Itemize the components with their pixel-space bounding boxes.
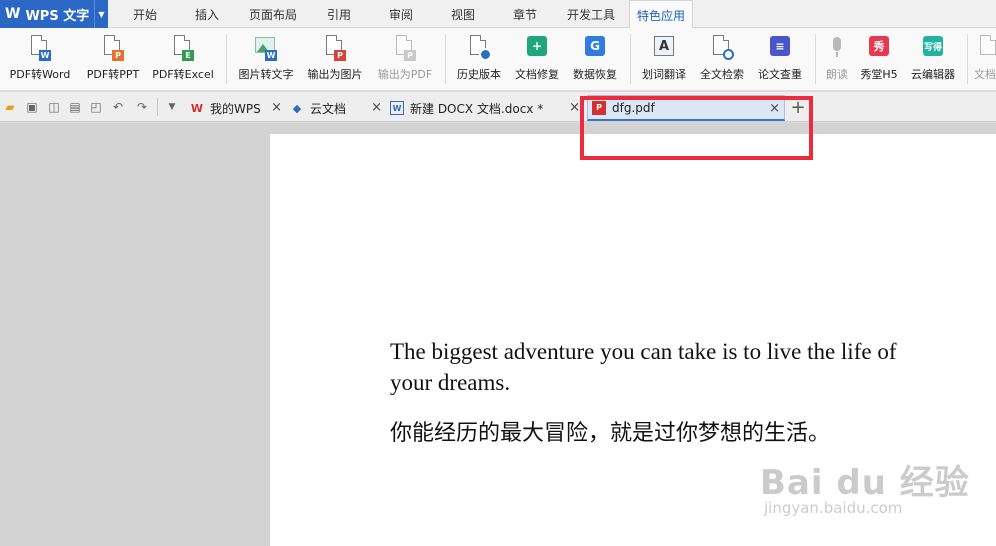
- export-pdf-button[interactable]: P 输出为PDF: [372, 33, 438, 87]
- pdf-to-ppt-button[interactable]: P PDF转PPT: [80, 33, 146, 87]
- highlight-box: [580, 96, 813, 160]
- word-translate-icon: A: [651, 35, 677, 61]
- pdf-to-excel-button[interactable]: E PDF转Excel: [148, 33, 218, 87]
- image-to-text-button[interactable]: W 图片转文字: [234, 33, 298, 87]
- quick-access-dropdown-icon[interactable]: ▼: [164, 99, 180, 115]
- ribbon-separator: [815, 34, 816, 84]
- history-version-button[interactable]: 历史版本: [452, 33, 506, 87]
- data-recovery-button[interactable]: G 数据恢复: [568, 33, 622, 87]
- fulltext-search-button[interactable]: 全文检索: [695, 33, 749, 87]
- read-aloud-button[interactable]: 朗读: [821, 33, 853, 87]
- docx-file-icon: W: [390, 101, 404, 115]
- doc-repair-icon: +: [524, 35, 550, 61]
- save-icon[interactable]: ▣: [24, 99, 40, 115]
- open-folder-icon[interactable]: ▰: [2, 99, 18, 115]
- word-translate-button[interactable]: A 划词翻译: [637, 33, 691, 87]
- xiutang-h5-icon: 秀: [866, 35, 892, 61]
- document-english-text: The biggest adventure you can take is to…: [390, 339, 897, 395]
- paper-check-button[interactable]: ≡ 论文查重: [753, 33, 807, 87]
- read-aloud-icon: [824, 35, 850, 61]
- ribbon-toolbar: W PDF转Word P PDF转PPT E PDF转Excel W 图片转文字…: [0, 28, 996, 91]
- fulltext-search-icon: [709, 35, 735, 61]
- print-preview-icon[interactable]: ◰: [88, 99, 104, 115]
- tab-my-wps[interactable]: W 我的WPS ×: [186, 95, 286, 121]
- tab-start[interactable]: 开始: [120, 0, 170, 28]
- undo-icon[interactable]: ↶: [110, 99, 126, 115]
- ribbon-separator: [226, 34, 227, 84]
- tab-insert[interactable]: 插入: [182, 0, 232, 28]
- tab-cloud-docs[interactable]: ◆ 云文档 ×: [286, 95, 386, 121]
- print-icon[interactable]: ▤: [67, 99, 83, 115]
- doc-more-button[interactable]: 文档: [974, 33, 996, 87]
- pdf-to-excel-icon: E: [170, 35, 196, 61]
- wps-logo-icon: W: [5, 6, 21, 22]
- history-version-icon: [466, 35, 492, 61]
- tab-view[interactable]: 视图: [438, 0, 488, 28]
- tab-special-apps[interactable]: 特色应用: [629, 0, 693, 29]
- app-menu-dropdown-icon[interactable]: ▼: [94, 0, 108, 28]
- close-tab-icon[interactable]: ×: [271, 100, 282, 115]
- tab-developer[interactable]: 开发工具: [560, 0, 622, 28]
- pdf-to-word-button[interactable]: W PDF转Word: [4, 33, 76, 87]
- pdf-to-word-icon: W: [27, 35, 53, 61]
- document-chinese-text: 你能经历的最大冒险，就是过你梦想的生活。: [390, 421, 831, 446]
- menu-bar: W WPS 文字 ▼ 开始 插入 页面布局 引用 审阅 视图 章节 开发工具 特…: [0, 0, 996, 29]
- doc-repair-button[interactable]: + 文档修复: [510, 33, 564, 87]
- tab-chapter[interactable]: 章节: [500, 0, 550, 28]
- tab-references[interactable]: 引用: [314, 0, 364, 28]
- cloud-editor-button[interactable]: 写得 云编辑器: [905, 33, 961, 87]
- close-tab-icon[interactable]: ×: [371, 100, 382, 115]
- close-tab-icon[interactable]: ×: [569, 100, 580, 115]
- toolbar-separator: [157, 98, 158, 116]
- cloud-doc-icon: ◆: [292, 101, 302, 115]
- tab-new-docx[interactable]: W 新建 DOCX 文档.docx * ×: [386, 95, 584, 121]
- ribbon-separator: [967, 34, 968, 84]
- redo-icon[interactable]: ↷: [134, 99, 150, 115]
- paper-check-icon: ≡: [767, 35, 793, 61]
- tab-page-layout[interactable]: 页面布局: [240, 0, 306, 28]
- export-image-button[interactable]: P 输出为图片: [303, 33, 367, 87]
- doc-more-icon: [974, 35, 996, 61]
- app-title: WPS 文字: [25, 8, 90, 24]
- document-tab-bar: ▰ ▣ ◫ ▤ ◰ ↶ ↷ ▼ W 我的WPS × ◆ 云文档 × W 新建 D…: [0, 92, 996, 122]
- pdf-to-ppt-icon: P: [100, 35, 126, 61]
- wps-logo-icon: W: [190, 101, 204, 115]
- export-pdf-quick-icon[interactable]: ◫: [46, 99, 62, 115]
- cloud-editor-icon: 写得: [920, 35, 946, 61]
- data-recovery-icon: G: [582, 35, 608, 61]
- export-pdf-icon: P: [392, 35, 418, 61]
- image-to-text-icon: W: [253, 35, 279, 61]
- tab-review[interactable]: 审阅: [376, 0, 426, 28]
- ribbon-separator: [445, 34, 446, 84]
- xiutang-h5-button[interactable]: 秀 秀堂H5: [857, 33, 901, 87]
- baidu-jingyan-watermark: Bai du 经验 jingyan.baidu.com: [760, 463, 970, 517]
- export-image-icon: P: [322, 35, 348, 61]
- ribbon-separator: [630, 34, 631, 84]
- app-menu-button[interactable]: W WPS 文字: [0, 0, 94, 28]
